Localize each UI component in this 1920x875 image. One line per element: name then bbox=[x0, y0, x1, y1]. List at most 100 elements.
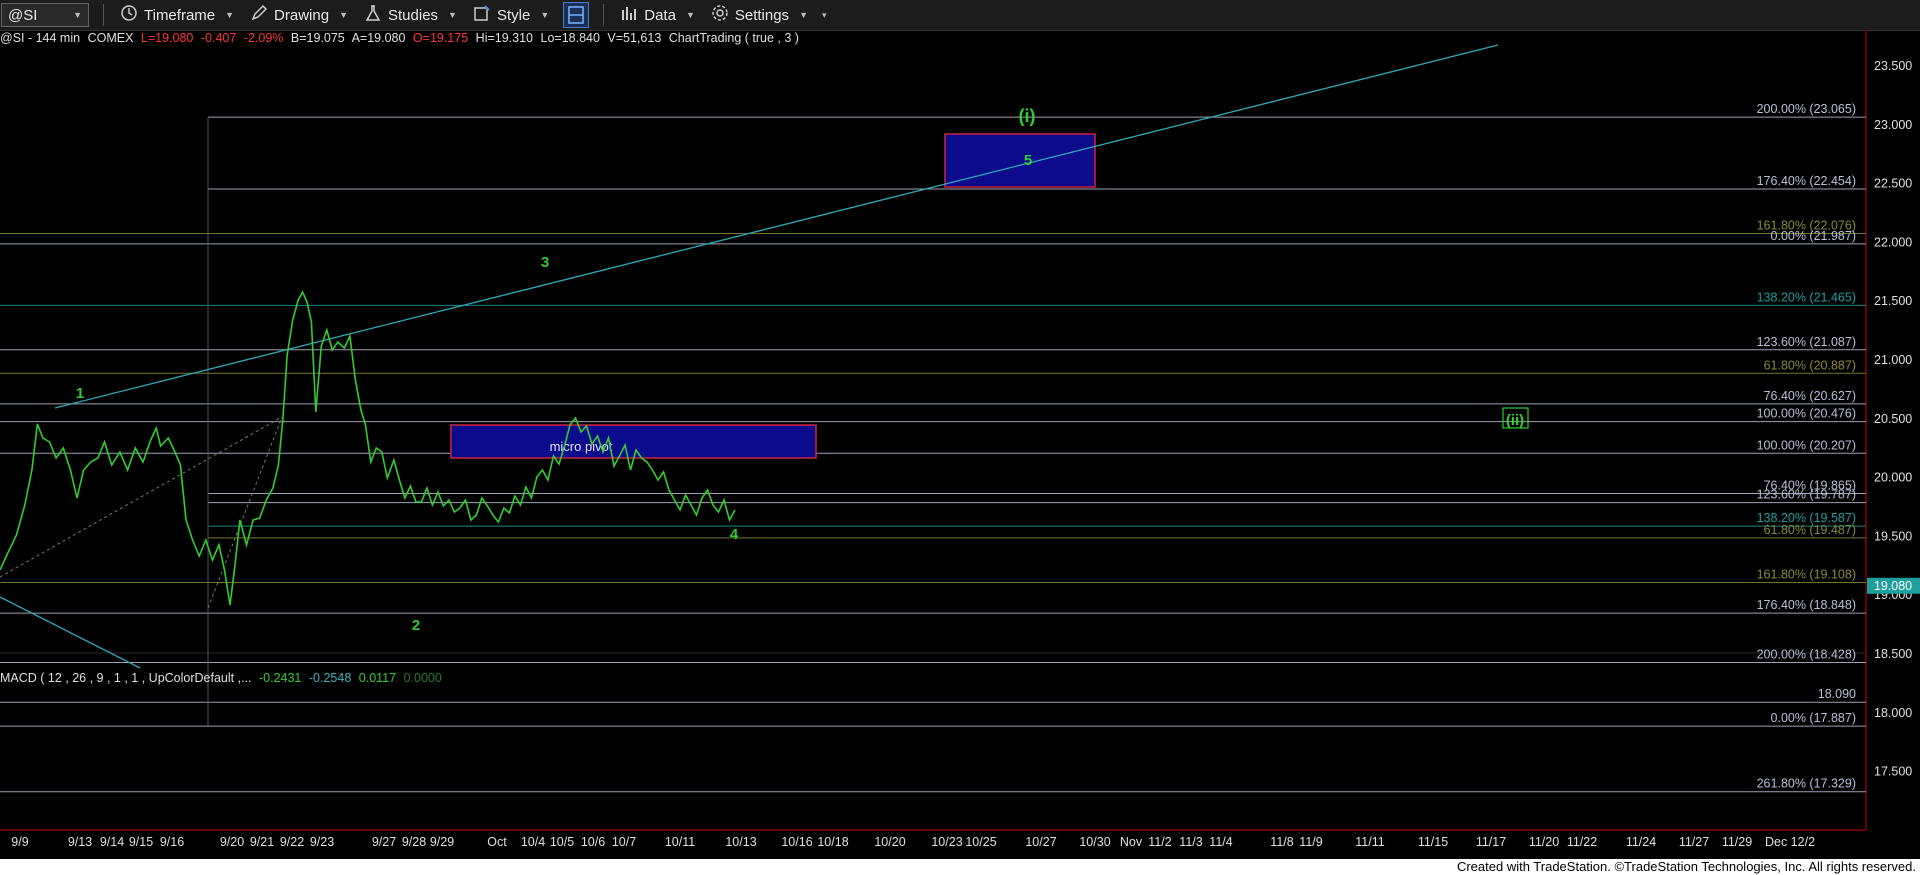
gear-icon bbox=[711, 4, 729, 26]
style-icon bbox=[473, 4, 491, 26]
chevron-down-icon: ▼ bbox=[73, 10, 82, 20]
date-axis-label: 10/4 bbox=[521, 835, 545, 849]
date-axis-label: 9/23 bbox=[310, 835, 334, 849]
copyright-footer: Created with TradeStation. ©TradeStation… bbox=[0, 859, 1920, 875]
study-label: ChartTrading ( true , 3 ) bbox=[668, 31, 799, 45]
settings-label: Settings bbox=[734, 6, 790, 24]
data-menu[interactable]: Data ▼ bbox=[620, 4, 695, 26]
ask-price: A=19.080 bbox=[351, 31, 406, 45]
overflow-caret-icon[interactable]: ▾ bbox=[822, 10, 827, 21]
fib-level-label: 0.00% (21.987) bbox=[1771, 229, 1856, 243]
chart-info-line: @SI - 144 min COMEX L=19.080 -0.407 -2.0… bbox=[0, 31, 803, 45]
fib-level-label: 161.80% (19.108) bbox=[1757, 567, 1856, 581]
toolbar-divider bbox=[103, 4, 104, 26]
chevron-down-icon: ▼ bbox=[685, 10, 695, 20]
fib-connector-line bbox=[0, 416, 283, 578]
price-chart[interactable]: 200.00% (23.065)176.40% (22.454)161.80% … bbox=[0, 30, 1920, 860]
chevron-down-icon: ▼ bbox=[225, 10, 235, 20]
fib-level-label: 123.60% (19.787) bbox=[1757, 488, 1856, 502]
price-change: -0.407 bbox=[200, 31, 237, 45]
timeframe-label: Timeframe bbox=[144, 6, 216, 24]
layout-icon bbox=[568, 6, 584, 24]
date-axis-label: Nov bbox=[1120, 835, 1143, 849]
symbol-input[interactable]: @SI ▼ bbox=[1, 3, 89, 27]
date-axis-label: 10/5 bbox=[550, 835, 574, 849]
timeframe-menu[interactable]: Timeframe ▼ bbox=[120, 4, 234, 26]
macd-label: MACD ( 12 , 26 , 9 , 1 , 1 , UpColorDefa… bbox=[0, 671, 252, 685]
fib-level-label: 123.60% (21.087) bbox=[1757, 335, 1856, 349]
clock-icon bbox=[120, 4, 138, 26]
volume: V=51,613 bbox=[607, 31, 662, 45]
chevron-down-icon: ▼ bbox=[799, 10, 808, 20]
date-axis-label: 10/18 bbox=[817, 835, 848, 849]
date-axis-label: 9/15 bbox=[129, 835, 153, 849]
price-axis-label: 21.000 bbox=[1874, 353, 1912, 367]
chart-toolbar: @SI ▼ Timeframe ▼ Drawing ▼ Studies ▼ St… bbox=[0, 0, 1920, 31]
date-axis-label: 9/21 bbox=[250, 835, 274, 849]
date-axis-label: 9/16 bbox=[160, 835, 184, 849]
date-axis-label: 9/28 bbox=[402, 835, 426, 849]
date-axis-label: 11/27 bbox=[1679, 835, 1709, 849]
wave-4-label: 4 bbox=[730, 526, 739, 543]
fib-level-label: 138.20% (21.465) bbox=[1757, 290, 1856, 304]
wave-5-label: 5 bbox=[1024, 152, 1032, 169]
date-axis-label: 10/20 bbox=[874, 835, 905, 849]
fib-level-label: 200.00% (23.065) bbox=[1757, 102, 1856, 116]
date-axis-label: 11/15 bbox=[1418, 835, 1448, 849]
date-axis-label: 9/13 bbox=[68, 835, 92, 849]
date-axis-label: 9/14 bbox=[100, 835, 124, 849]
upper-trendline bbox=[54, 44, 1499, 409]
date-axis-label: 10/13 bbox=[725, 835, 756, 849]
chevron-down-icon: ▼ bbox=[339, 10, 348, 20]
fib-level-label: 0.00% (17.887) bbox=[1771, 711, 1856, 725]
symbol-value: @SI bbox=[8, 6, 38, 24]
date-axis-label: 11/3 bbox=[1179, 835, 1202, 849]
date-axis-label: 9/29 bbox=[430, 835, 454, 849]
last-price: L=19.080 bbox=[140, 31, 194, 45]
layout-toggle-button[interactable] bbox=[563, 2, 590, 28]
fib-level-label: 100.00% (20.476) bbox=[1757, 407, 1856, 421]
price-axis-label: 23.000 bbox=[1874, 118, 1912, 132]
exchange-label: COMEX bbox=[87, 31, 134, 45]
date-axis-label: 11/9 bbox=[1299, 835, 1322, 849]
flask-icon bbox=[364, 4, 382, 26]
date-axis-label: 11/4 bbox=[1209, 835, 1232, 849]
fib-level-label: 261.80% (17.329) bbox=[1757, 777, 1856, 791]
pencil-icon bbox=[250, 4, 268, 26]
price-axis-label: 23.500 bbox=[1874, 59, 1912, 73]
settings-menu[interactable]: Settings ▼ ▾ bbox=[711, 4, 827, 26]
date-axis-label: 10/25 bbox=[965, 835, 996, 849]
date-axis-label: 11/20 bbox=[1529, 835, 1559, 849]
date-axis-label: 10/11 bbox=[665, 835, 695, 849]
price-axis-label: 17.500 bbox=[1874, 765, 1912, 779]
date-axis-label: Dec 12/2 bbox=[1765, 835, 1815, 849]
date-axis-label: 11/11 bbox=[1355, 835, 1384, 849]
style-menu[interactable]: Style ▼ bbox=[473, 4, 549, 26]
drawing-label: Drawing bbox=[274, 6, 330, 24]
price-axis-label: 18.500 bbox=[1874, 647, 1912, 661]
date-axis-label: 9/27 bbox=[372, 835, 396, 849]
bar-chart-icon bbox=[620, 4, 638, 26]
price-axis-label: 21.500 bbox=[1874, 294, 1912, 308]
current-price-label: 19.080 bbox=[1874, 579, 1912, 593]
date-axis-label: 9/20 bbox=[220, 835, 244, 849]
wave-i-label: (i) bbox=[1019, 106, 1036, 126]
date-axis-label: 11/17 bbox=[1476, 835, 1506, 849]
price-axis-label: 20.000 bbox=[1874, 471, 1912, 485]
date-axis-label: 11/8 bbox=[1270, 835, 1293, 849]
price-axis-label: 19.500 bbox=[1874, 529, 1912, 543]
macd-info-line: MACD ( 12 , 26 , 9 , 1 , 1 , UpColorDefa… bbox=[0, 671, 446, 685]
wave-2-label: 2 bbox=[412, 617, 420, 634]
drawing-menu[interactable]: Drawing ▼ bbox=[250, 4, 348, 26]
studies-menu[interactable]: Studies ▼ bbox=[364, 4, 457, 26]
toolbar-divider bbox=[603, 4, 605, 26]
date-axis-label: 11/24 bbox=[1626, 835, 1656, 849]
date-axis-label: 11/22 bbox=[1567, 835, 1597, 849]
bid-price: B=19.075 bbox=[290, 31, 345, 45]
date-axis-label: 10/30 bbox=[1079, 835, 1110, 849]
date-axis-label: 10/23 bbox=[931, 835, 962, 849]
fib-level-label: 76.40% (20.627) bbox=[1764, 389, 1856, 403]
price-axis-label: 22.500 bbox=[1874, 177, 1912, 191]
date-axis-label: Oct bbox=[487, 835, 507, 849]
chevron-down-icon: ▼ bbox=[540, 10, 550, 20]
